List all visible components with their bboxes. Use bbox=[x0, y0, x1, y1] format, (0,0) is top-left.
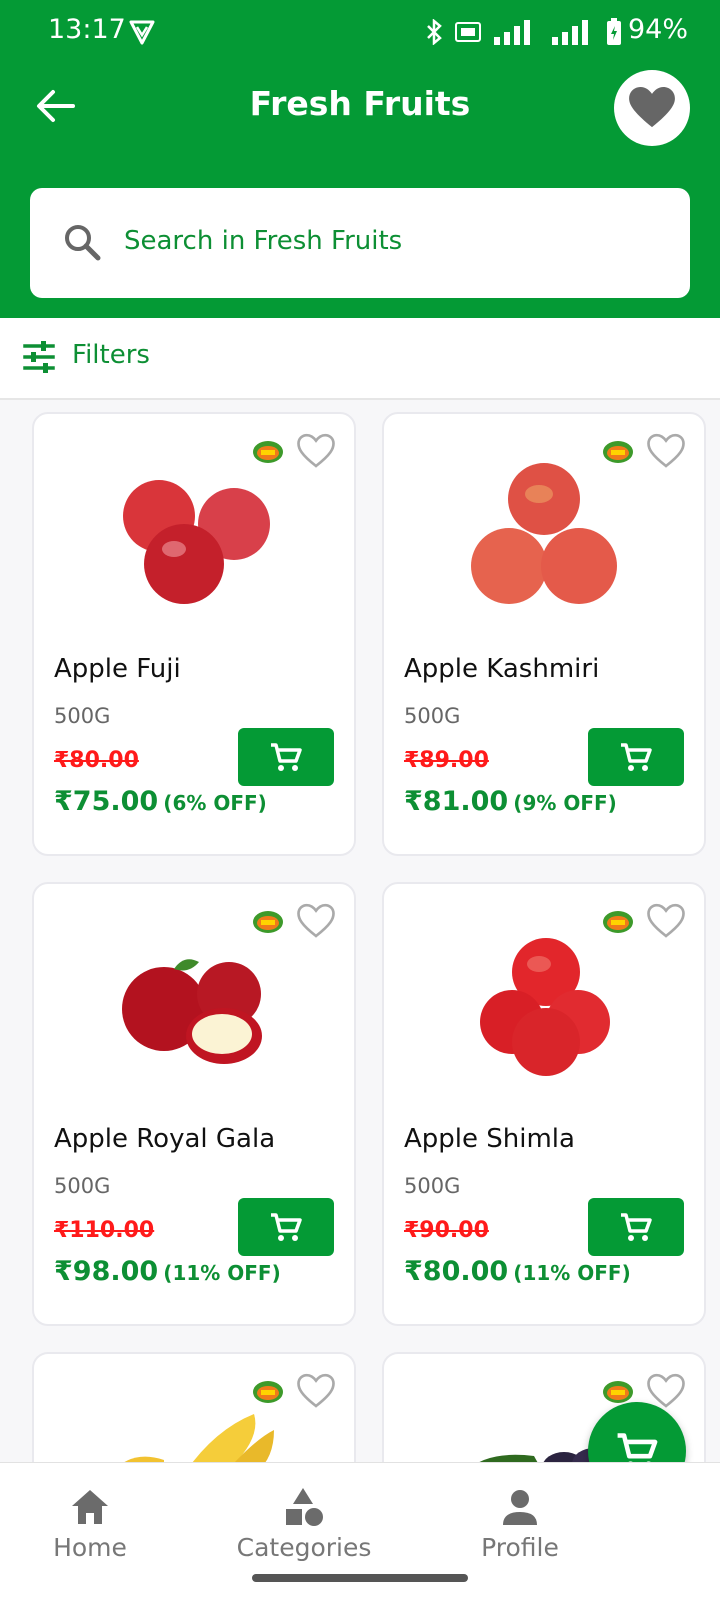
bluetooth-icon bbox=[427, 19, 442, 45]
vpn-icon bbox=[129, 20, 155, 45]
add-to-cart-button[interactable] bbox=[588, 728, 684, 786]
profile-icon bbox=[503, 1490, 537, 1525]
heart-outline-icon[interactable] bbox=[296, 1372, 336, 1410]
product-mrp: ₹90.00 bbox=[404, 1218, 489, 1243]
add-to-cart-button[interactable] bbox=[238, 1198, 334, 1256]
nav-label-categories: Categories bbox=[236, 1533, 372, 1562]
product-card[interactable] bbox=[32, 1352, 356, 1472]
gesture-home-indicator[interactable] bbox=[252, 1574, 468, 1582]
add-to-cart-button[interactable] bbox=[588, 1198, 684, 1256]
favorites-button[interactable] bbox=[614, 70, 690, 146]
search-icon bbox=[65, 225, 101, 261]
product-discount: (6% OFF) bbox=[163, 791, 267, 815]
product-mrp: ₹89.00 bbox=[404, 748, 489, 773]
cart-icon bbox=[621, 1213, 652, 1241]
product-image bbox=[480, 938, 610, 1076]
product-quantity: 500G bbox=[404, 704, 461, 728]
heart-outline-icon[interactable] bbox=[296, 432, 336, 470]
cart-icon bbox=[271, 1213, 302, 1241]
status-time: 13:17 bbox=[48, 14, 126, 45]
filter-bar: Filters bbox=[0, 318, 720, 400]
home-icon bbox=[72, 1490, 108, 1524]
product-discount: (11% OFF) bbox=[513, 1261, 631, 1285]
product-card[interactable]: Apple Fuji 500G ₹80.00 ₹75.00 (6% OFF) bbox=[32, 412, 356, 856]
product-price: ₹98.00 bbox=[54, 1256, 159, 1287]
price-row: ₹98.00 (11% OFF) bbox=[54, 1256, 281, 1287]
product-quantity: 500G bbox=[404, 1174, 461, 1198]
product-quantity: 500G bbox=[54, 1174, 111, 1198]
product-image bbox=[122, 959, 262, 1064]
product-name: Apple Royal Gala bbox=[54, 1124, 276, 1154]
app-header: 13:17 94% Fresh Fruits Search in Fresh F… bbox=[0, 0, 720, 318]
nav-home[interactable]: Home bbox=[10, 1463, 170, 1600]
product-price: ₹75.00 bbox=[54, 786, 159, 817]
product-name: Apple Fuji bbox=[54, 654, 181, 684]
price-row: ₹80.00 (11% OFF) bbox=[404, 1256, 631, 1287]
product-discount: (11% OFF) bbox=[163, 1261, 281, 1285]
nav-label-home: Home bbox=[53, 1533, 127, 1562]
battery-icon bbox=[607, 18, 621, 45]
price-row: ₹81.00 (9% OFF) bbox=[404, 786, 617, 817]
product-card[interactable]: Apple Kashmiri 500G ₹89.00 ₹81.00 (9% OF… bbox=[382, 412, 706, 856]
product-price: ₹81.00 bbox=[404, 786, 509, 817]
product-card[interactable]: Apple Shimla 500G ₹90.00 ₹80.00 (11% OFF… bbox=[382, 882, 706, 1326]
status-icons bbox=[424, 18, 622, 46]
product-mrp: ₹110.00 bbox=[54, 1218, 155, 1243]
filters-button[interactable]: Filters bbox=[72, 340, 150, 370]
heart-outline-icon[interactable] bbox=[296, 902, 336, 940]
product-card[interactable]: Apple Royal Gala 500G ₹110.00 ₹98.00 (11… bbox=[32, 882, 356, 1326]
sliders-icon[interactable] bbox=[22, 340, 56, 374]
volte-icon bbox=[455, 22, 481, 42]
fresh-badge-icon bbox=[603, 1381, 633, 1403]
product-price: ₹80.00 bbox=[404, 1256, 509, 1287]
product-mrp: ₹80.00 bbox=[54, 748, 139, 773]
heart-outline-icon[interactable] bbox=[646, 432, 686, 470]
nav-label-profile: Profile bbox=[481, 1533, 559, 1562]
fresh-badge-icon bbox=[253, 1381, 283, 1403]
cart-icon bbox=[621, 743, 652, 771]
signal-strength-icon bbox=[494, 20, 530, 45]
price-row: ₹75.00 (6% OFF) bbox=[54, 786, 267, 817]
battery-percent: 94% bbox=[628, 14, 689, 45]
product-name: Apple Kashmiri bbox=[404, 654, 600, 684]
add-to-cart-button[interactable] bbox=[238, 728, 334, 786]
page-title: Fresh Fruits bbox=[249, 84, 471, 123]
product-image bbox=[471, 463, 617, 604]
cart-icon bbox=[271, 743, 302, 771]
status-bar: 13:17 94% bbox=[0, 0, 720, 64]
signal-strength-2-icon bbox=[552, 20, 588, 45]
product-quantity: 500G bbox=[54, 704, 111, 728]
categories-icon bbox=[286, 1488, 323, 1526]
search-input[interactable]: Search in Fresh Fruits bbox=[124, 226, 402, 256]
product-discount: (9% OFF) bbox=[513, 791, 617, 815]
heart-outline-icon[interactable] bbox=[646, 902, 686, 940]
heart-icon bbox=[629, 87, 675, 128]
product-name: Apple Shimla bbox=[404, 1124, 575, 1154]
product-image bbox=[123, 480, 270, 604]
